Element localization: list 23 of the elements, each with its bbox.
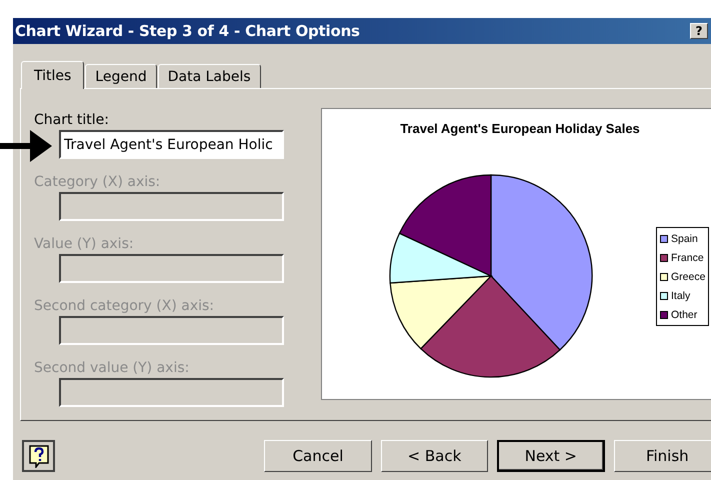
chart-title: Travel Agent's European Holiday Sales [400,121,640,136]
text-field[interactable]: Travel Agent's European Holic [59,130,284,159]
dialog-button[interactable]: < Back [380,440,488,472]
tab[interactable]: Legend [85,64,157,88]
legend-label: Greece [671,270,706,282]
tab[interactable]: Data Labels [158,64,261,88]
legend-label: Other [671,308,698,320]
field-label: Second value (Y) axis: [34,359,190,376]
window-title: Chart Wizard - Step 3 of 4 - Chart Options [15,22,361,40]
field-label: Second category (X) axis: [34,297,216,314]
field-label: Value (Y) axis: [34,235,135,252]
legend-label: Italy [671,290,690,302]
field-label: Chart title: [34,111,110,128]
dialog-button[interactable]: Finish [614,440,711,472]
help-icon [28,444,50,468]
help-button[interactable]: ? [690,23,708,39]
legend-label: France [671,252,704,264]
field-label: Category (X) axis: [34,173,162,190]
help-button[interactable] [22,440,56,472]
legend-label: Spain [671,232,698,244]
dialog-button[interactable]: Cancel [264,440,372,472]
dialog-button[interactable]: Next > [497,440,605,472]
tab[interactable]: Titles [21,61,84,89]
